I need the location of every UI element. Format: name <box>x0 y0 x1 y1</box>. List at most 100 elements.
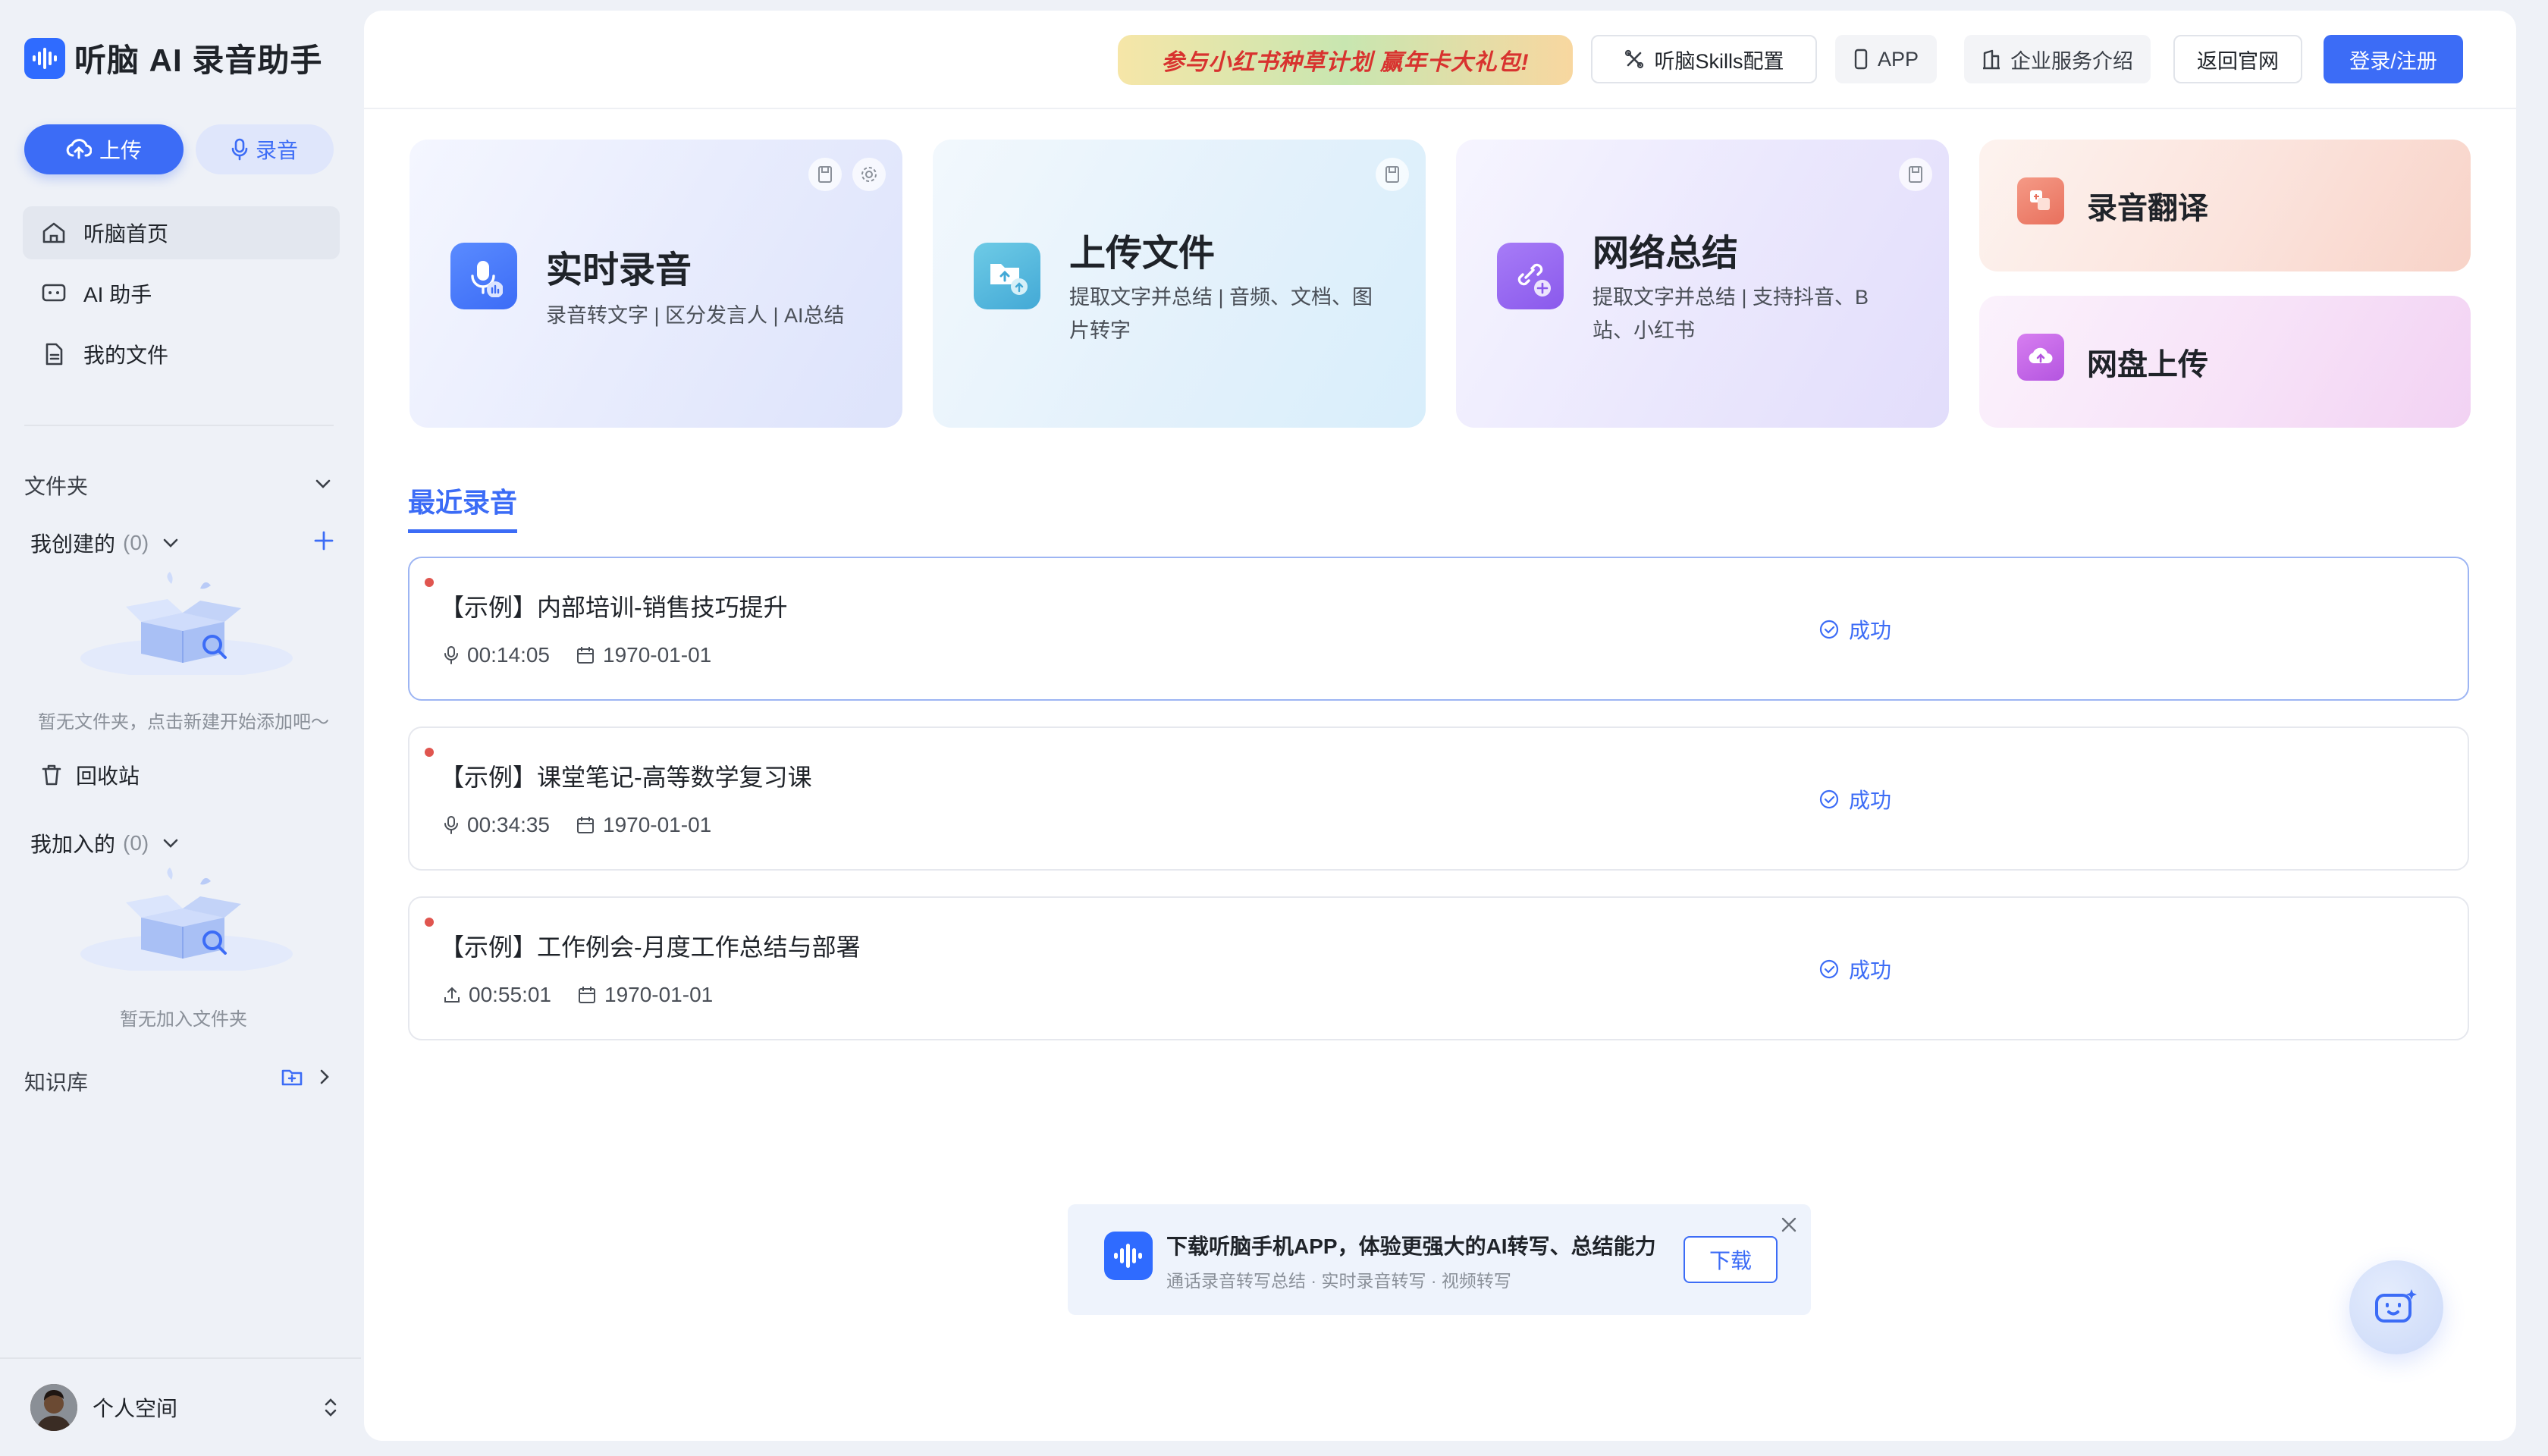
translate-title: 录音翻译 <box>2087 192 2208 225</box>
skills-config-button[interactable]: 听脑Skills配置 <box>1591 35 1817 83</box>
phone-icon <box>1854 49 1868 70</box>
chevron-right-icon[interactable] <box>318 1068 331 1086</box>
download-button[interactable]: 下载 <box>1684 1236 1778 1283</box>
recording-meta: 00:34:35 1970-01-01 <box>443 813 737 837</box>
bot-icon <box>2375 1289 2417 1323</box>
record-translate-card[interactable]: 录音翻译 <box>1979 140 2471 271</box>
web-summary-card[interactable]: 网络总结 提取文字并总结 | 支持抖音、B 站、小红书 <box>1456 140 1949 428</box>
check-circle-icon <box>1819 789 1839 809</box>
trash-icon <box>42 764 61 786</box>
folder-add-icon[interactable] <box>281 1066 303 1087</box>
status-badge: 成功 <box>1818 784 1891 814</box>
upload-title: 上传文件 <box>1069 234 1216 274</box>
created-count: (0) <box>123 531 149 554</box>
upload-sub-2: 片转字 <box>1069 319 1131 342</box>
main-panel: 参与小红书种草计划 赢年卡大礼包! 听脑Skills配置 APP 企业服务介绍 … <box>364 11 2516 1441</box>
unread-dot <box>425 918 434 927</box>
calendar-icon <box>577 647 594 664</box>
sidebar-item-my-files[interactable]: 我的文件 <box>23 328 340 381</box>
upload-sub-1: 提取文字并总结 | 音频、文档、图 <box>1069 286 1373 309</box>
joined-folders-toggle[interactable]: 我加入的 (0) <box>30 828 179 858</box>
realtime-record-card[interactable]: 实时录音 录音转文字 | 区分发言人 | AI总结 <box>410 140 902 428</box>
record-label: 录音 <box>255 139 298 162</box>
login-label: 登录/注册 <box>2349 49 2437 73</box>
joined-count: (0) <box>123 831 149 855</box>
back-to-site-label: 返回官网 <box>2197 49 2279 73</box>
status-text: 成功 <box>1849 959 1892 982</box>
avatar <box>30 1384 77 1431</box>
web-sub-2: 站、小红书 <box>1592 319 1695 342</box>
chevron-down-icon <box>163 538 178 548</box>
app-button[interactable]: APP <box>1835 35 1937 83</box>
ai-assistant-icon <box>42 284 66 302</box>
recording-duration: 00:55:01 <box>469 983 551 1006</box>
check-circle-icon <box>1819 620 1839 639</box>
sidebar-item-label: 听脑首页 <box>83 222 169 246</box>
joined-empty-text: 暂无加入文件夹 <box>120 1009 247 1030</box>
recording-duration: 00:14:05 <box>467 643 550 667</box>
calendar-icon <box>577 817 594 833</box>
mic-icon <box>444 646 458 664</box>
status-badge: 成功 <box>1818 614 1891 645</box>
recording-row[interactable]: 【示例】内部培训-销售技巧提升 00:14:05 1970-01-01 成功 <box>408 557 2469 701</box>
recording-title: 【示例】课堂笔记-高等数学复习课 <box>440 764 812 791</box>
check-circle-icon <box>1819 959 1839 979</box>
recycle-label: 回收站 <box>76 764 140 788</box>
settings-cross-icon <box>1625 49 1644 69</box>
unread-dot <box>425 578 434 587</box>
bookmark-icon[interactable] <box>1899 158 1932 191</box>
upload-label: 上传 <box>99 139 142 162</box>
promo-banner[interactable]: 参与小红书种草计划 赢年卡大礼包! <box>1118 35 1573 85</box>
sidebar-item-ai-assistant[interactable]: AI 助手 <box>23 267 340 320</box>
upload-file-card[interactable]: 上传文件 提取文字并总结 | 音频、文档、图 片转字 <box>933 140 1426 428</box>
chevron-down-icon <box>163 839 178 848</box>
brand[interactable]: 听脑 AI 录音助手 <box>24 35 322 81</box>
profile-switcher[interactable]: 个人空间 <box>0 1357 361 1456</box>
recording-duration: 00:34:35 <box>467 813 550 836</box>
knowledge-base-title[interactable]: 知识库 <box>24 1066 88 1097</box>
app-logo-icon <box>24 37 65 79</box>
bookmark-icon[interactable] <box>808 158 842 191</box>
home-icon <box>42 222 65 243</box>
enterprise-button[interactable]: 企业服务介绍 <box>1964 35 2151 83</box>
bookmark-icon[interactable] <box>1376 158 1409 191</box>
recording-row[interactable]: 【示例】工作例会-月度工作总结与部署 00:55:01 1970-01-01 成… <box>408 896 2469 1040</box>
mic-icon <box>444 816 458 834</box>
app-label: APP <box>1877 47 1919 71</box>
upload-icon <box>444 987 460 1003</box>
realtime-title: 实时录音 <box>546 250 692 290</box>
add-folder-icon[interactable] <box>312 529 335 552</box>
back-to-site-button[interactable]: 返回官网 <box>2173 35 2302 83</box>
cloud-upload-icon <box>2017 334 2064 381</box>
created-folders-toggle[interactable]: 我创建的 (0) <box>30 528 179 558</box>
login-button[interactable]: 登录/注册 <box>2324 35 2463 83</box>
download-app-banner: 下载听脑手机APP，体验更强大的AI转写、总结能力 通话录音转写总结 · 实时录… <box>1068 1204 1811 1315</box>
sidebar: 听脑 AI 录音助手 上传 录音 听脑首页 AI 助手 我的文件 文件夹 我创建… <box>0 0 361 1456</box>
profile-name: 个人空间 <box>93 1397 178 1420</box>
recording-row[interactable]: 【示例】课堂笔记-高等数学复习课 00:34:35 1970-01-01 成功 <box>408 726 2469 871</box>
chevron-down-icon[interactable] <box>314 478 332 490</box>
app-title: 听脑 AI 录音助手 <box>74 42 323 78</box>
recording-title: 【示例】内部培训-销售技巧提升 <box>440 594 788 621</box>
recycle-bin[interactable]: 回收站 <box>41 760 140 790</box>
created-empty-text: 暂无文件夹，点击新建开始添加吧～ <box>38 712 329 733</box>
created-label: 我创建的 <box>30 532 116 556</box>
recording-meta: 00:55:01 1970-01-01 <box>443 983 739 1007</box>
sidebar-divider <box>24 425 334 426</box>
sidebar-item-home[interactable]: 听脑首页 <box>23 206 340 259</box>
cloud-upload-card[interactable]: 网盘上传 <box>1979 296 2471 428</box>
chevron-up-down-icon <box>325 1398 337 1417</box>
enterprise-label: 企业服务介绍 <box>2010 49 2133 73</box>
gear-icon[interactable] <box>852 158 886 191</box>
mic-icon <box>231 138 248 161</box>
cloud-upload-icon <box>66 139 92 159</box>
tab-recent-recordings[interactable]: 最近录音 <box>408 481 518 533</box>
close-icon[interactable] <box>1779 1215 1799 1235</box>
record-button[interactable]: 录音 <box>196 124 334 174</box>
floating-assistant-button[interactable] <box>2349 1260 2443 1354</box>
building-icon <box>1983 49 2000 70</box>
web-sub-1: 提取文字并总结 | 支持抖音、B <box>1592 286 1869 309</box>
upload-button[interactable]: 上传 <box>24 124 184 174</box>
sidebar-item-label: 我的文件 <box>83 344 169 367</box>
app-logo-icon <box>1104 1232 1153 1280</box>
